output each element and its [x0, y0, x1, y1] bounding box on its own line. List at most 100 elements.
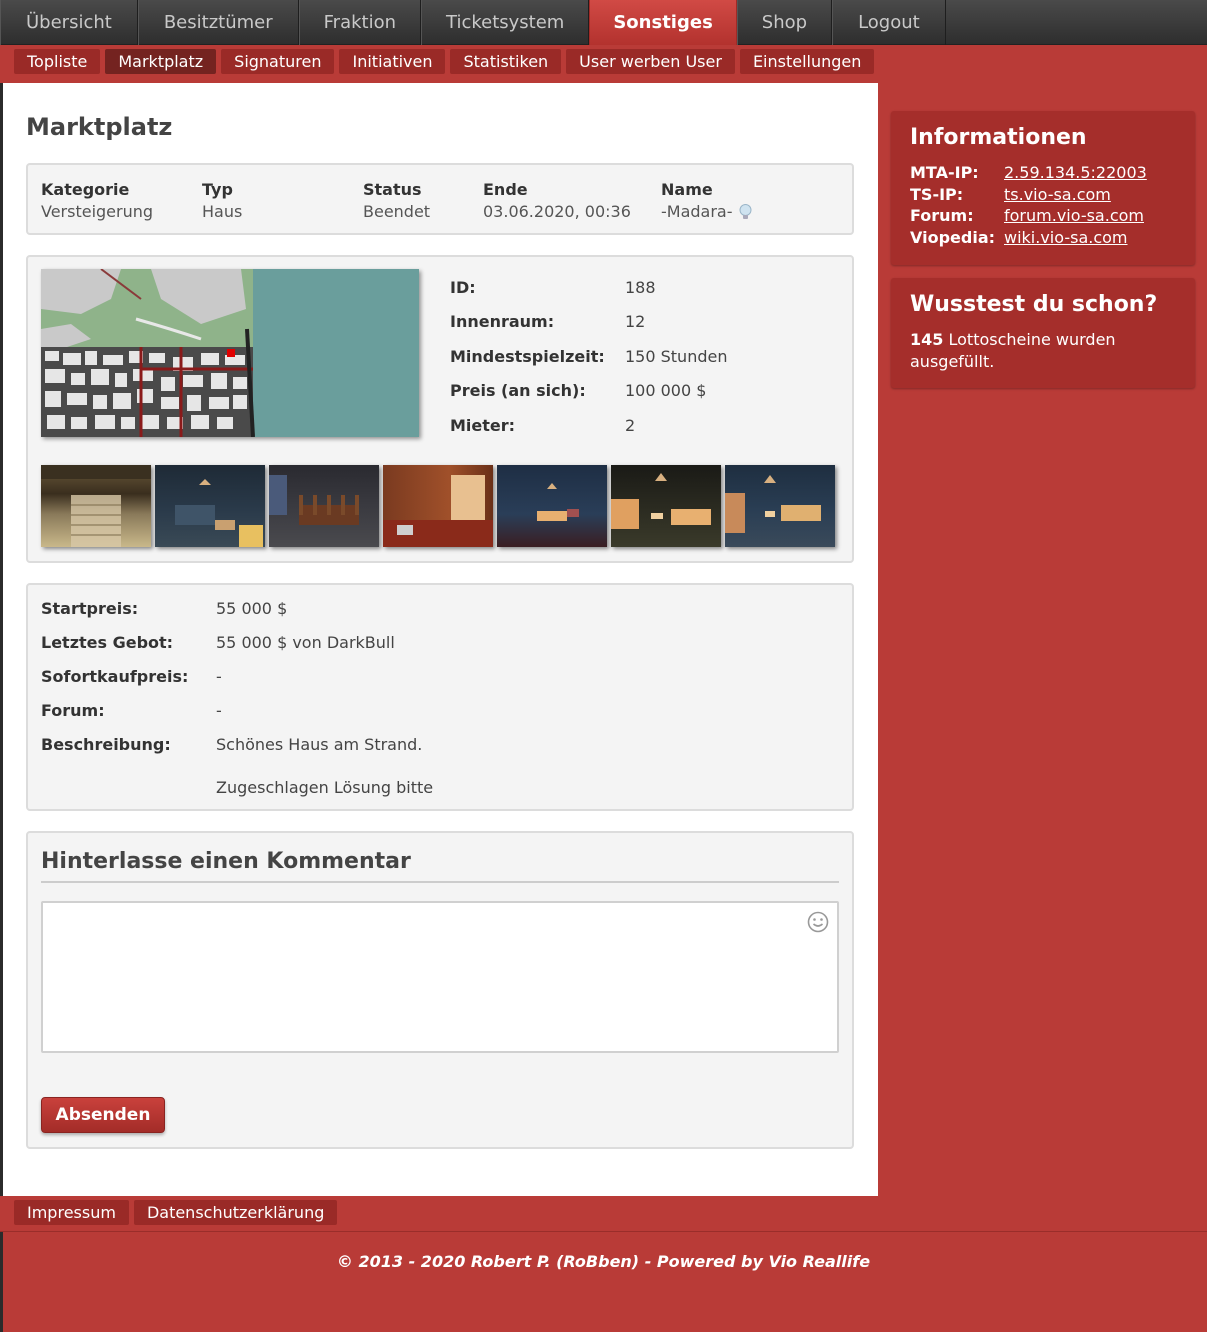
ende-label: Ende [483, 180, 528, 199]
sofortkauf-value: - [216, 667, 222, 686]
interior-image [725, 475, 821, 533]
map-graphic [41, 269, 419, 437]
fact-text-line-1: 145 Lottoscheine wurden [910, 329, 1116, 350]
mieter-value: 2 [625, 416, 636, 435]
innenraum-value: 12 [625, 312, 646, 331]
seller-name[interactable]: -Madara- [661, 202, 733, 221]
kategorie-value: Versteigerung [41, 202, 154, 221]
interior-image [383, 475, 493, 547]
footer-impressum-link[interactable]: Impressum [14, 1200, 129, 1225]
interior-image [537, 483, 579, 521]
fact-box: Wusstest du schon? 145 Lottoscheine wurd… [891, 278, 1195, 388]
interior-image [611, 473, 711, 529]
startpreis-label: Startpreis: [41, 599, 139, 618]
subnav-topliste[interactable]: Topliste [14, 49, 101, 74]
lightbulb-icon [739, 204, 751, 219]
comment-title: Hinterlasse einen Kommentar [41, 849, 411, 874]
subnav-marktplatz[interactable]: Marktplatz [105, 49, 217, 74]
id-value: 188 [625, 278, 656, 297]
interior-thumbnail-7[interactable] [725, 465, 835, 547]
top-navigation: Übersicht Besitztümer Fraktion Ticketsys… [0, 0, 1207, 45]
beschreibung-line-1: Schönes Haus am Strand. [216, 735, 423, 754]
subnav-signaturen[interactable]: Signaturen [221, 49, 335, 74]
subnav-user-werben-user[interactable]: User werben User [566, 49, 735, 74]
tab-sonstiges[interactable]: Sonstiges [589, 0, 737, 45]
preis-value: 100 000 $ [625, 381, 707, 400]
interior-thumbnail-4[interactable] [383, 465, 493, 547]
interior-thumbnail-1[interactable] [41, 465, 151, 547]
listing-info-panel: Kategorie Versteigerung Typ Haus Status … [26, 163, 854, 235]
location-map[interactable] [41, 269, 419, 437]
property-details-panel: ID: 188 Innenraum: 12 Mindestspielzeit: … [26, 255, 854, 563]
interior-thumbnail-2[interactable] [155, 465, 265, 547]
kategorie-label: Kategorie [41, 180, 130, 199]
ende-column: Ende 03.06.2020, 00:36 [483, 179, 631, 223]
beschreibung-line-2: Zugeschlagen Lösung bitte [216, 778, 434, 797]
comment-textarea[interactable] [41, 901, 839, 1053]
footer-links: Impressum Datenschutzerklärung [0, 1196, 1207, 1232]
footer-datenschutz-link[interactable]: Datenschutzerklärung [133, 1200, 338, 1225]
preis-label: Preis (an sich): [450, 381, 586, 400]
comment-panel: Hinterlasse einen Kommentar Absenden [26, 831, 854, 1149]
ts-label: TS-IP: [910, 185, 964, 204]
typ-column: Typ Haus [202, 179, 242, 223]
tab-besitztuemer[interactable]: Besitztümer [137, 0, 299, 45]
mta-link[interactable]: 2.59.134.5:22003 [1004, 162, 1147, 183]
innenraum-label: Innenraum: [450, 312, 555, 331]
forum-link[interactable]: forum.vio-sa.com [1004, 205, 1144, 226]
subnav-initiativen[interactable]: Initiativen [339, 49, 446, 74]
viopedia-label: Viopedia: [910, 228, 996, 247]
tab-logout[interactable]: Logout [832, 0, 946, 45]
kategorie-column: Kategorie Versteigerung [41, 179, 153, 223]
forum-value: - [216, 701, 222, 720]
sofortkauf-label: Sofortkaufpreis: [41, 667, 189, 686]
fact-line-2: ausgefüllt. [910, 352, 995, 371]
interior-image [175, 479, 263, 547]
subnav-einstellungen[interactable]: Einstellungen [739, 49, 875, 74]
main-content: Marktplatz Kategorie Versteigerung Typ H… [3, 83, 878, 1196]
interior-thumbnail-5[interactable] [497, 465, 607, 547]
tab-fraktion[interactable]: Fraktion [298, 0, 422, 45]
typ-value: Haus [202, 202, 243, 221]
tab-shop[interactable]: Shop [736, 0, 833, 45]
submit-comment-button[interactable]: Absenden [41, 1097, 165, 1133]
page-title: Marktplatz [26, 113, 173, 141]
viopedia-link[interactable]: wiki.vio-sa.com [1004, 227, 1128, 248]
status-value: Beendet [363, 202, 431, 221]
mta-label: MTA-IP: [910, 163, 979, 182]
name-value-row: -Madara- [661, 201, 752, 223]
id-label: ID: [450, 278, 476, 297]
copyright-text: © 2013 - 2020 Robert P. (RoBben) - Power… [336, 1252, 871, 1271]
tab-uebersicht[interactable]: Übersicht [0, 0, 138, 45]
smiley-icon[interactable] [807, 911, 829, 933]
ende-value: 03.06.2020, 00:36 [483, 202, 631, 221]
subnav-statistiken[interactable]: Statistiken [450, 49, 562, 74]
mindestspielzeit-label: Mindestspielzeit: [450, 347, 605, 366]
interior-image [269, 475, 359, 525]
letztes-gebot-value: 55 000 $ von DarkBull [216, 633, 395, 652]
forum-label: Forum: [41, 701, 105, 720]
typ-label: Typ [202, 180, 233, 199]
status-label: Status [363, 180, 422, 199]
tab-ticketsystem[interactable]: Ticketsystem [421, 0, 590, 45]
mindestspielzeit-value: 150 Stunden [625, 347, 728, 366]
status-column: Status Beendet [363, 179, 430, 223]
interior-thumbnail-6[interactable] [611, 465, 721, 547]
sidebar-forum-label: Forum: [910, 206, 974, 225]
fact-line-1: Lottoscheine wurden [943, 330, 1116, 349]
interior-image [41, 465, 151, 547]
name-label: Name [661, 180, 713, 199]
fact-text-line-2: ausgefüllt. [910, 351, 994, 372]
info-title: Informationen [910, 125, 1087, 150]
mieter-label: Mieter: [450, 416, 516, 435]
beschreibung-label: Beschreibung: [41, 735, 171, 754]
sub-navigation: Topliste Marktplatz Signaturen Initiativ… [0, 45, 1207, 83]
interior-thumbnail-3[interactable] [269, 465, 379, 547]
letztes-gebot-label: Letztes Gebot: [41, 633, 174, 652]
comment-divider [41, 881, 839, 883]
info-box: Informationen MTA-IP: 2.59.134.5:22003 T… [891, 111, 1195, 265]
name-column: Name -Madara- [661, 179, 752, 223]
ts-link[interactable]: ts.vio-sa.com [1004, 184, 1111, 205]
startpreis-value: 55 000 $ [216, 599, 288, 618]
auction-price-panel: Startpreis: 55 000 $ Letztes Gebot: 55 0… [26, 583, 854, 811]
